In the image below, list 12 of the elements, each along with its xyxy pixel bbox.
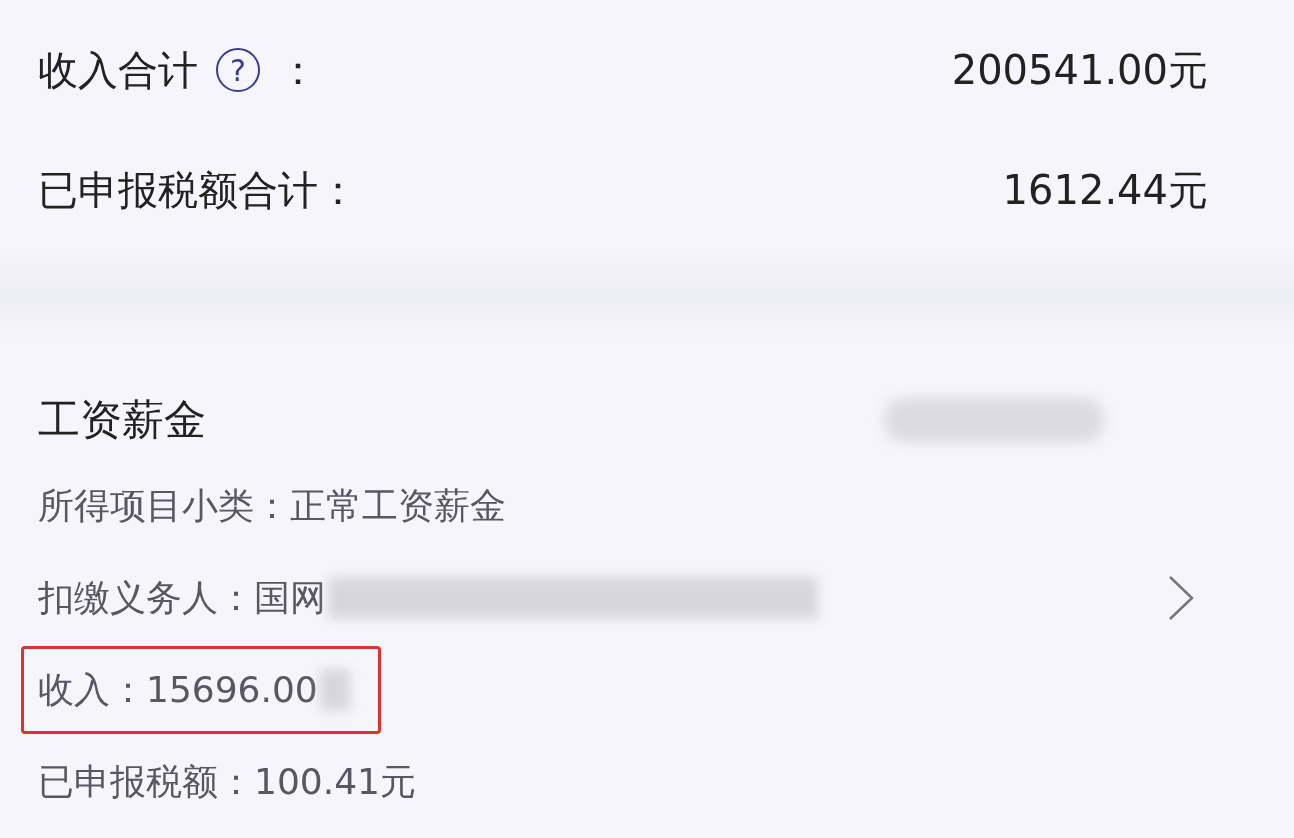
summary-label: 收入合计	[38, 45, 198, 95]
amount-value: 1612.44元	[1002, 165, 1208, 215]
detail-text: 扣缴义务人：国网	[38, 575, 326, 620]
detail-text: 所得项目小类：正常工资薪金	[38, 483, 506, 528]
detail-text: 收入：15696.00	[38, 667, 318, 712]
section-title: 工资薪金	[38, 394, 206, 446]
colon: ：	[278, 45, 318, 95]
amount-value: 200541.00元	[951, 45, 1208, 95]
detail-text: 已申报税额：100.41元	[38, 759, 416, 804]
help-icon[interactable]: ?	[216, 48, 260, 92]
summary-label: 已申报税额合计：	[38, 165, 358, 215]
chevron-right-icon[interactable]	[1168, 575, 1194, 621]
